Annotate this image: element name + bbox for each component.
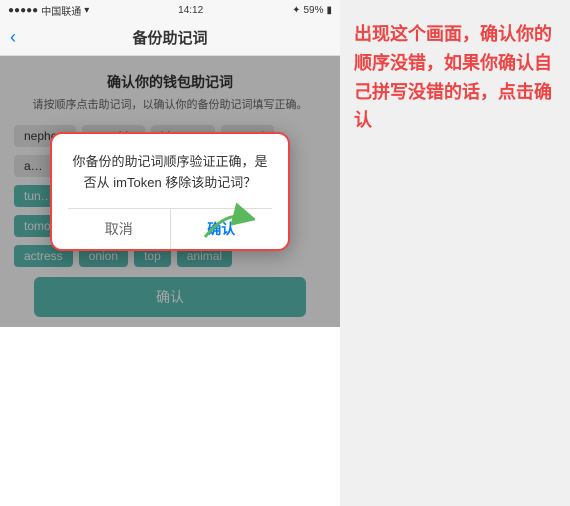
carrier-label: 中国联通	[41, 3, 81, 18]
status-right: ✦ 59% ▮	[292, 5, 332, 16]
wifi-icon: ▾	[84, 5, 89, 16]
bluetooth-icon: ✦	[292, 5, 300, 16]
page-content: 确认你的钱包助记词 请按顺序点击助记词，以确认你的备份助记词填写正确。 neph…	[0, 56, 340, 327]
status-bar: ●●●●● 中国联通 ▾ 14:12 ✦ 59% ▮	[0, 0, 340, 20]
dialog-cancel-button[interactable]: 取消	[68, 209, 171, 249]
battery-icon: ▮	[326, 5, 332, 16]
phone-frame: ●●●●● 中国联通 ▾ 14:12 ✦ 59% ▮ ‹ 备份助记词 确认你的钱…	[0, 0, 340, 506]
time-label: 14:12	[178, 5, 203, 16]
annotation-text: 出现这个画面，确认你的顺序没错，如果你确认自己拼写没错的话，点击确认	[354, 20, 556, 135]
battery-label: 59%	[303, 5, 323, 16]
nav-title: 备份助记词	[132, 27, 207, 48]
nav-bar: ‹ 备份助记词	[0, 20, 340, 56]
back-button[interactable]: ‹	[10, 27, 16, 48]
arrow-icon	[195, 192, 255, 242]
signal-dots: ●●●●●	[8, 5, 38, 16]
modal-overlay: 你备份的助记词顺序验证正确，是否从 imToken 移除该助记词？ 取消 确认	[0, 56, 340, 327]
annotation-panel: 出现这个画面，确认你的顺序没错，如果你确认自己拼写没错的话，点击确认	[340, 0, 570, 506]
arrow-container	[195, 192, 255, 247]
status-left: ●●●●● 中国联通 ▾	[8, 3, 89, 18]
dialog-text: 你备份的助记词顺序验证正确，是否从 imToken 移除该助记词？	[68, 152, 272, 194]
